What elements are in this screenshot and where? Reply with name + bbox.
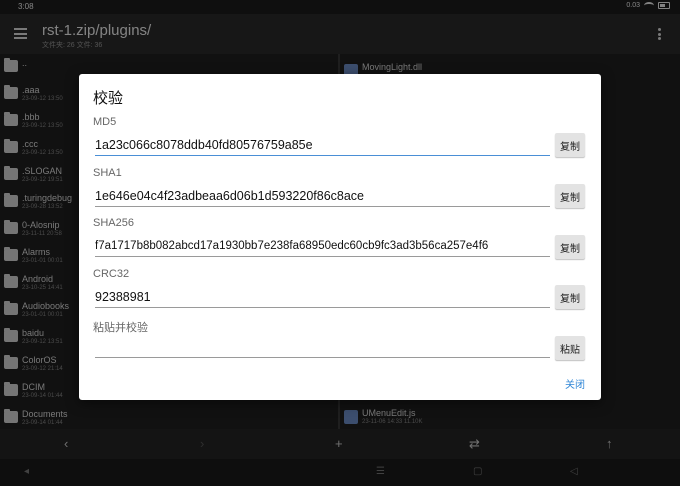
paste-verify-field[interactable] xyxy=(95,336,550,358)
checksum-dialog: 校验 MD5 1a23c066c8078ddb40fd80576759a85e … xyxy=(79,74,601,400)
close-button[interactable]: 关闭 xyxy=(565,376,585,391)
sha1-field[interactable]: 1e646e04c4f23adbeaa6d06b1d593220f86c8ace xyxy=(95,185,550,207)
copy-sha1-button[interactable]: 复制 xyxy=(555,184,585,208)
crc32-field[interactable]: 92388981 xyxy=(95,286,550,308)
sha1-label: SHA1 xyxy=(93,167,122,179)
sha256-field[interactable]: f7a1717b8b082abcd17a1930bb7e238fa68950ed… xyxy=(95,235,550,257)
md5-label: MD5 xyxy=(93,116,117,128)
copy-sha256-button[interactable]: 复制 xyxy=(555,235,585,259)
paste-button[interactable]: 粘贴 xyxy=(555,336,585,360)
sha256-label: SHA256 xyxy=(93,217,134,229)
md5-field[interactable]: 1a23c066c8078ddb40fd80576759a85e xyxy=(95,134,550,156)
dialog-title: 校验 xyxy=(93,90,124,107)
copy-md5-button[interactable]: 复制 xyxy=(555,133,585,157)
copy-crc32-button[interactable]: 复制 xyxy=(555,285,585,309)
crc32-label: CRC32 xyxy=(93,268,130,280)
paste-verify-label: 粘贴并校验 xyxy=(93,322,148,334)
